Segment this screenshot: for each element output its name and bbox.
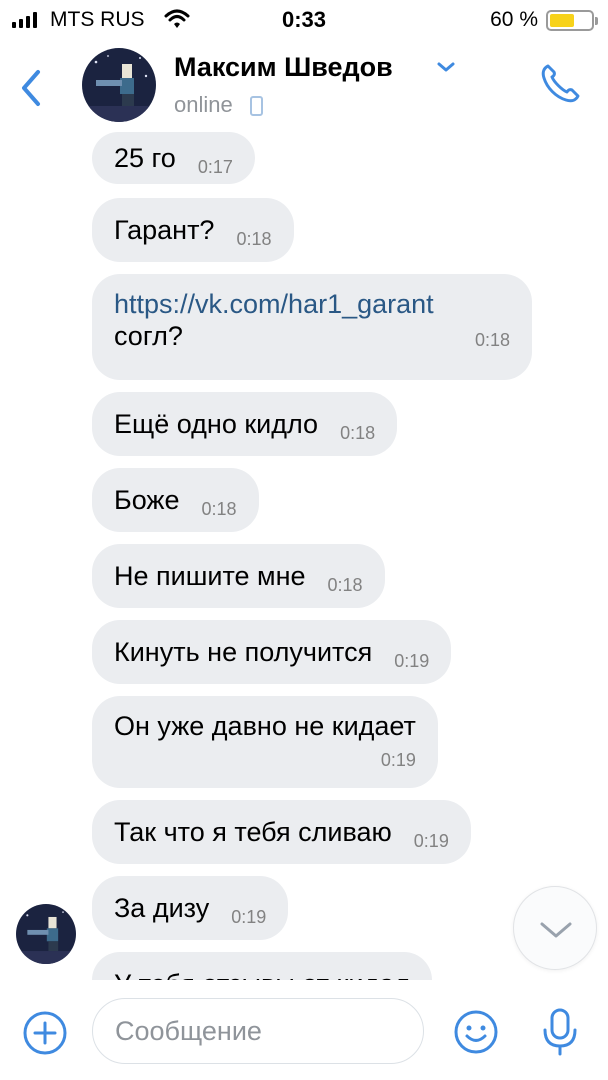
message-text: Ещё одно кидло (114, 409, 319, 439)
message-bubble[interactable]: 25 го 0:17 (92, 132, 255, 184)
message-composer (0, 980, 608, 1080)
chevron-down-icon (540, 922, 572, 938)
message-text: Гарант? (114, 215, 215, 245)
message-time: 0:17 (197, 157, 233, 177)
message-bubble[interactable]: Не пишите мне 0:18 (92, 544, 385, 608)
status-bar: MTS RUS 0:33 60 % (0, 0, 608, 40)
avatar-image (16, 904, 76, 964)
message-text: 25 го (114, 143, 176, 173)
chevron-down-icon[interactable] (436, 60, 456, 74)
message-time: 0:18 (236, 229, 272, 249)
message-bubble[interactable]: Он уже давно не кидает 0:19 (92, 696, 438, 788)
message-text: Не пишите мне (114, 561, 306, 591)
message-time: 0:18 (340, 423, 376, 443)
message-bubble[interactable]: За дизу 0:19 (92, 876, 289, 940)
microphone-button[interactable] (540, 1006, 580, 1058)
message-bubble[interactable]: У тебя отзывы от кидал (92, 952, 432, 980)
attach-button[interactable] (22, 1010, 68, 1056)
message-text: Он уже давно не кидает (114, 711, 416, 741)
message-time: 0:19 (380, 750, 416, 770)
message-bubble[interactable]: Кинуть не получится 0:19 (92, 620, 452, 684)
message-text: У тебя отзывы от кидал (114, 969, 410, 980)
message-text: За дизу (114, 893, 210, 923)
battery-icon (546, 10, 598, 31)
message-bubble[interactable]: Гарант? 0:18 (92, 198, 294, 262)
message-input[interactable] (92, 998, 424, 1064)
scroll-down-button[interactable] (513, 886, 597, 970)
back-button[interactable] (16, 66, 46, 110)
contact-status: online (174, 92, 233, 117)
mobile-device-icon (250, 96, 263, 116)
message-text: Кинуть не получится (114, 637, 373, 667)
message-text: Боже (114, 485, 180, 515)
message-text: Так что я тебя сливаю (114, 817, 392, 847)
message-time: 0:19 (394, 651, 430, 671)
message-bubble[interactable]: https://vk.com/har1_garant согл? 0:18 (92, 274, 532, 380)
emoji-button[interactable] (452, 1008, 500, 1056)
battery-percentage: 60 % (490, 8, 538, 31)
message-time: 0:19 (413, 831, 449, 851)
phone-call-button[interactable] (536, 60, 584, 108)
message-time: 0:19 (231, 907, 267, 927)
contact-avatar[interactable] (82, 48, 156, 122)
message-bubble[interactable]: Так что я тебя сливаю 0:19 (92, 800, 471, 864)
message-bubble[interactable]: Ещё одно кидло 0:18 (92, 392, 398, 456)
message-link[interactable]: https://vk.com/har1_garant (114, 288, 510, 320)
message-time: 0:18 (201, 499, 237, 519)
sender-avatar[interactable] (16, 904, 76, 964)
message-time: 0:18 (327, 575, 363, 595)
avatar-image (82, 48, 156, 122)
message-list[interactable]: 25 го 0:17 Гарант? 0:18 https://vk.com/har… (0, 132, 608, 980)
chat-header: Максим Шведов online (0, 40, 608, 132)
contact-name[interactable]: Максим Шведов (174, 52, 393, 83)
message-bubble[interactable]: Боже 0:18 (92, 468, 259, 532)
